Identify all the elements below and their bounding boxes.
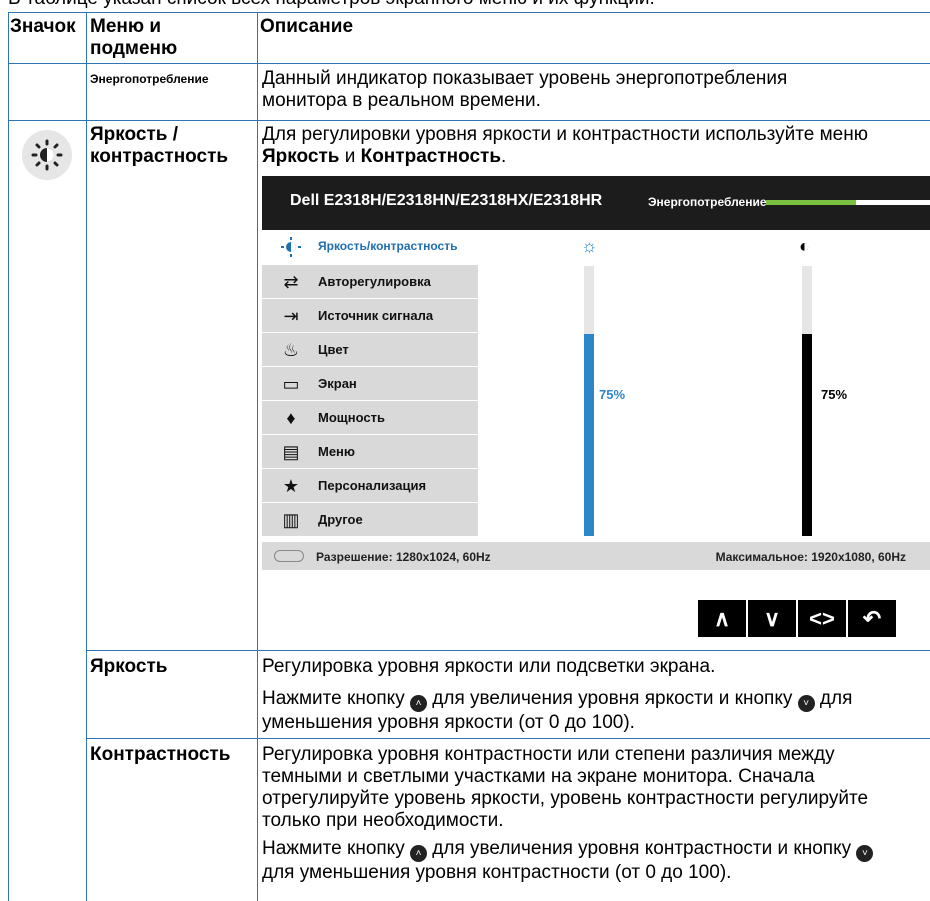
header-desc-col: Описание bbox=[260, 16, 354, 37]
osd-model-name: Dell E2318H/E2318HN/E2318HX/E2318HR bbox=[290, 192, 603, 209]
osd-menu-item-label: Мощность bbox=[318, 410, 385, 425]
menu-brightness: Яркость bbox=[90, 656, 168, 677]
display-icon: ▭ bbox=[282, 374, 300, 394]
osd-power-bar-fill bbox=[766, 200, 857, 205]
brightness-slider-fill bbox=[584, 333, 594, 536]
osd-menu-item-label: Авторегулировка bbox=[318, 274, 431, 289]
table-border bbox=[8, 63, 930, 64]
down-button-icon: ˅ bbox=[856, 845, 874, 862]
color-icon: ♨ bbox=[282, 340, 300, 360]
menu-power: Энергопотребление bbox=[90, 72, 209, 86]
osd-menu-item-label: Источник сигнала bbox=[318, 308, 434, 323]
desc-brightness-p2: Нажмите кнопку ˄ для увеличения уровня я… bbox=[262, 688, 853, 733]
star-icon: ★ bbox=[282, 476, 300, 496]
osd-power-label: Энергопотребление bbox=[648, 195, 767, 209]
osd-power-bar bbox=[766, 200, 930, 205]
osd-menu-item-menu[interactable]: ▤ Меню bbox=[262, 435, 478, 468]
table-border bbox=[8, 12, 930, 13]
desc-contrast-p2: Нажмите кнопку ˄ для увеличения уровня к… bbox=[262, 838, 882, 884]
osd-status-bar: Разрешение: 1280x1024, 60Hz Максимальное… bbox=[262, 542, 930, 570]
header-icon-col: Значок bbox=[10, 16, 76, 37]
header-menu-col: Меню и подменю bbox=[90, 16, 178, 59]
menu-contrast: Контрастность bbox=[90, 744, 231, 765]
osd-menu-item-personalize[interactable]: ★ Персонализация bbox=[262, 469, 478, 502]
table-border bbox=[86, 738, 930, 739]
menu-brightness-contrast: Яркость / контрастность bbox=[90, 124, 229, 167]
osd-menu-item-input-source[interactable]: ⇥ Источник сигнала bbox=[262, 299, 478, 332]
connector-icon bbox=[274, 550, 304, 562]
osd-menu-item-label: Цвет bbox=[318, 342, 349, 357]
up-button-icon: ˄ bbox=[409, 845, 427, 862]
osd-title-bar: Dell E2318H/E2318HN/E2318HX/E2318HR Энер… bbox=[262, 176, 930, 230]
desc-brightness-p1: Регулировка уровня яркости или подсветки… bbox=[262, 656, 716, 677]
osd-menu-item-label: Экран bbox=[318, 376, 357, 391]
other-icon: ▥ bbox=[282, 510, 300, 530]
osd-menu-item-color[interactable]: ♨ Цвет bbox=[262, 333, 478, 366]
osd-resolution: Разрешение: 1280x1024, 60Hz bbox=[316, 550, 491, 564]
osd-screenshot: Dell E2318H/E2318HN/E2318HX/E2318HR Энер… bbox=[262, 176, 930, 637]
table-border bbox=[257, 12, 258, 901]
brightness-icon bbox=[280, 237, 302, 257]
intro-text: В таблице указан список всех параметров … bbox=[8, 0, 655, 10]
nav-back-button[interactable]: ↶ bbox=[848, 600, 896, 637]
table-border bbox=[8, 12, 9, 901]
up-button-icon: ˄ bbox=[409, 695, 427, 712]
nav-up-button[interactable]: ∧ bbox=[698, 600, 746, 637]
contrast-value: 75% bbox=[821, 387, 848, 402]
contrast-slider[interactable] bbox=[802, 266, 812, 536]
power-icon: ♦ bbox=[286, 408, 296, 428]
table-border bbox=[86, 650, 930, 651]
osd-max-resolution: Максимальное: 1920x1080, 60Hz bbox=[715, 550, 906, 564]
contrast-slider-fill bbox=[802, 333, 812, 536]
down-button-icon: ˅ bbox=[797, 695, 815, 712]
osd-menu-item-other[interactable]: ▥ Другое bbox=[262, 503, 478, 536]
nav-select-button[interactable]: <> bbox=[798, 600, 846, 637]
brightness-contrast-icon bbox=[22, 130, 72, 180]
osd-menu-item-label: Меню bbox=[318, 444, 356, 459]
brightness-slider[interactable] bbox=[584, 266, 594, 536]
osd-menu-item-label: Яркость/контрастность bbox=[318, 239, 458, 253]
desc-brightness-contrast: Для регулировки уровня яркости и контрас… bbox=[262, 124, 868, 167]
table-border bbox=[8, 120, 930, 121]
table-border bbox=[86, 12, 87, 901]
desc-contrast-p1: Регулировка уровня контрастности или сте… bbox=[262, 744, 869, 831]
osd-menu-item-auto-adjust[interactable]: ⇄ Авторегулировка bbox=[262, 265, 478, 298]
osd-menu-item-display[interactable]: ▭ Экран bbox=[262, 367, 478, 400]
desc-power: Данный индикатор показывает уровень энер… bbox=[262, 68, 788, 111]
input-source-icon: ⇥ bbox=[283, 306, 299, 326]
osd-menu-item-power[interactable]: ♦ Мощность bbox=[262, 401, 478, 434]
nav-down-button[interactable]: ∨ bbox=[748, 600, 796, 637]
osd-menu-item-label: Персонализация bbox=[318, 478, 427, 493]
brightness-value: 75% bbox=[599, 387, 626, 402]
osd-menu: Яркость/контрастность ⇄ Авторегулировка … bbox=[262, 230, 478, 540]
contrast-icon: ◐ bbox=[799, 236, 810, 256]
osd-menu-item-brightness-contrast[interactable]: Яркость/контрастность bbox=[262, 230, 478, 263]
auto-adjust-icon: ⇄ bbox=[283, 272, 299, 292]
osd-slider-panel: ☼ 75% ◐ 75% bbox=[478, 230, 930, 540]
brightness-sun-icon: ☼ bbox=[581, 236, 598, 256]
osd-menu-item-label: Другое bbox=[318, 512, 363, 527]
menu-icon: ▤ bbox=[282, 442, 300, 462]
